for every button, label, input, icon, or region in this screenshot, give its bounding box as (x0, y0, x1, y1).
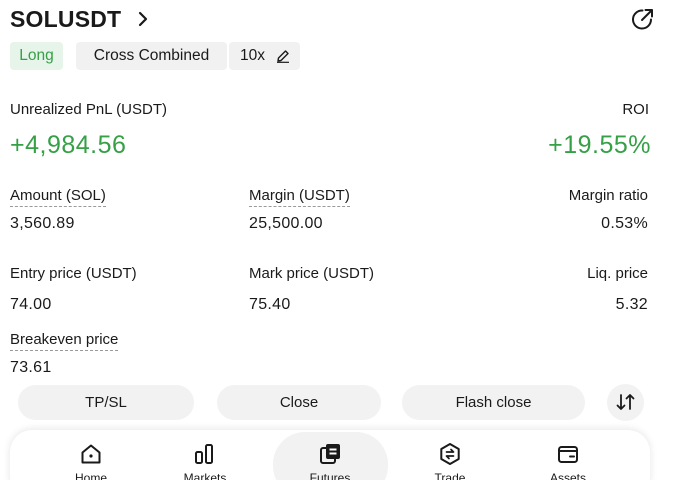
margin-ratio-value: 0.53% (601, 215, 648, 232)
bottom-nav: Home Markets Futures Trade Assets (10, 430, 650, 480)
entry-price-value: 74.00 (10, 296, 52, 313)
share-icon[interactable] (630, 6, 656, 32)
nav-item-markets[interactable]: Markets (155, 430, 255, 480)
margin-mode-button[interactable]: Cross Combined (76, 42, 227, 70)
roi-label: ROI (622, 101, 649, 118)
nav-item-trade[interactable]: Trade (400, 430, 500, 480)
margin-ratio-label: Margin ratio (568, 187, 648, 204)
leverage-value: 10x (240, 47, 265, 64)
amount-value: 3,560.89 (10, 215, 75, 232)
reverse-position-button[interactable] (607, 384, 644, 421)
close-button[interactable]: Close (217, 385, 381, 420)
liq-price-label: Liq. price (587, 265, 648, 282)
symbol-title[interactable]: SOLUSDT (10, 6, 121, 33)
margin-value: 25,500.00 (249, 215, 323, 232)
position-header: SOLUSDT (10, 4, 670, 34)
roi-value: +19.55% (548, 131, 651, 159)
mark-price-value: 75.40 (249, 296, 291, 313)
mark-price-label: Mark price (USDT) (249, 265, 375, 282)
entry-price-label: Entry price (USDT) (10, 265, 137, 282)
nav-item-futures[interactable]: Futures (280, 430, 380, 480)
leverage-button[interactable]: 10x (229, 42, 300, 70)
futures-icon (320, 444, 340, 464)
unrealized-pnl-label: Unrealized PnL (USDT) (10, 101, 167, 118)
breakeven-price-label[interactable]: Breakeven price (10, 331, 119, 351)
margin-label[interactable]: Margin (USDT) (249, 187, 350, 207)
nav-item-home[interactable]: Home (41, 430, 141, 480)
flash-close-button[interactable]: Flash close (402, 385, 585, 420)
breakeven-price-value: 73.61 (10, 359, 52, 376)
home-icon (81, 444, 101, 464)
nav-item-assets[interactable]: Assets (518, 430, 618, 480)
tpsl-button[interactable]: TP/SL (18, 385, 194, 420)
trade-icon (440, 443, 460, 465)
nav-label-futures: Futures (309, 471, 351, 480)
side-badge: Long (10, 42, 63, 70)
liq-price-value: 5.32 (615, 296, 648, 313)
wallet-icon (558, 446, 578, 463)
nav-label-markets: Markets (183, 471, 227, 480)
edit-pencil-icon (277, 50, 289, 63)
bar-chart-icon (195, 444, 213, 464)
unrealized-pnl-value: +4,984.56 (10, 131, 127, 159)
amount-label[interactable]: Amount (SOL) (10, 187, 106, 207)
nav-label-home: Home (74, 471, 107, 480)
chevron-right-icon[interactable] (134, 10, 152, 28)
swap-arrows-icon (616, 394, 635, 410)
nav-label-trade: Trade (434, 471, 466, 480)
nav-label-assets: Assets (549, 471, 586, 480)
